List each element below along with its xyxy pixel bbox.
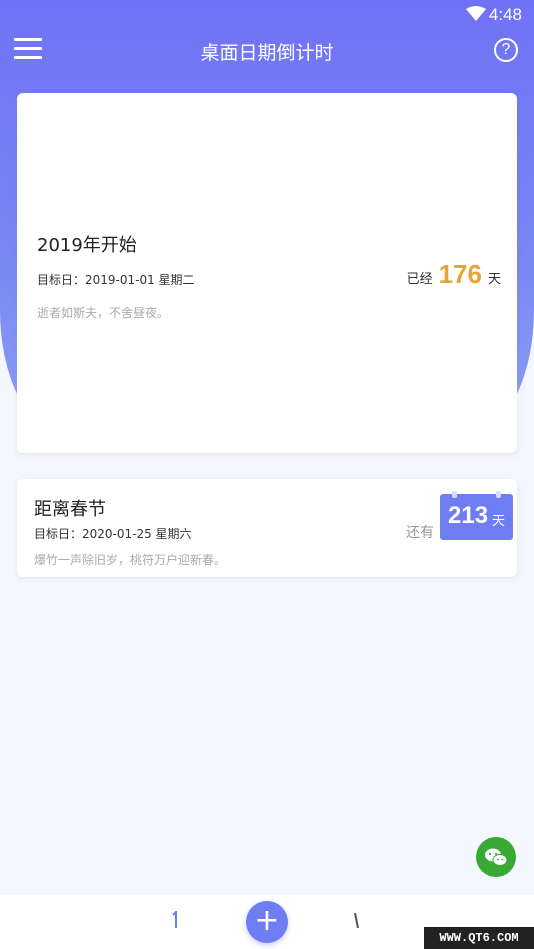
status-time: 4:48 bbox=[488, 5, 522, 24]
add-icon[interactable]: + bbox=[246, 901, 288, 943]
card-quote: 逝者如斯夫，不舍昼夜。 bbox=[37, 306, 170, 320]
count-prefix: 还有 bbox=[406, 525, 434, 541]
wifi-icon bbox=[466, 6, 486, 27]
card-target-date: 目标日：2020-01-25 星期六 bbox=[34, 527, 192, 541]
count-prefix: 已经 bbox=[406, 272, 433, 287]
calendar-pin-icon bbox=[496, 491, 501, 498]
wechat-icon[interactable] bbox=[476, 837, 516, 877]
tab-left-icon[interactable] bbox=[172, 909, 178, 929]
count-number: 213 bbox=[448, 502, 489, 529]
page-title: 桌面日期倒计时 bbox=[200, 42, 334, 64]
calendar-pin-icon bbox=[452, 491, 457, 498]
card-quote: 爆竹一声除旧岁，桃符万户迎新春。 bbox=[34, 553, 227, 567]
card-target-date: 目标日：2019-01-01 星期二 bbox=[37, 273, 195, 287]
card-day-count: 已经 176 天 bbox=[407, 259, 501, 290]
count-unit: 天 bbox=[487, 272, 501, 287]
count-number: 176 bbox=[438, 259, 482, 289]
help-icon[interactable]: ? bbox=[494, 38, 518, 62]
countdown-card-spring-festival[interactable]: 距离春节 目标日：2020-01-25 星期六 爆竹一声除旧岁，桃符万户迎新春。… bbox=[17, 479, 517, 577]
top-app-bar: 桌面日期倒计时 ? bbox=[0, 30, 534, 70]
watermark: WWW.QT6.COM bbox=[424, 927, 534, 949]
status-bar: 4:48 bbox=[0, 0, 534, 30]
countdown-card-2019[interactable]: 2019年开始 目标日：2019-01-01 星期二 逝者如斯夫，不舍昼夜。 已… bbox=[17, 93, 517, 453]
card-title: 距离春节 bbox=[34, 499, 106, 520]
card-title: 2019年开始 bbox=[37, 235, 137, 256]
count-unit: 天 bbox=[492, 514, 506, 529]
calendar-badge: 213 天 bbox=[440, 491, 513, 540]
tab-right-icon[interactable] bbox=[354, 911, 360, 929]
